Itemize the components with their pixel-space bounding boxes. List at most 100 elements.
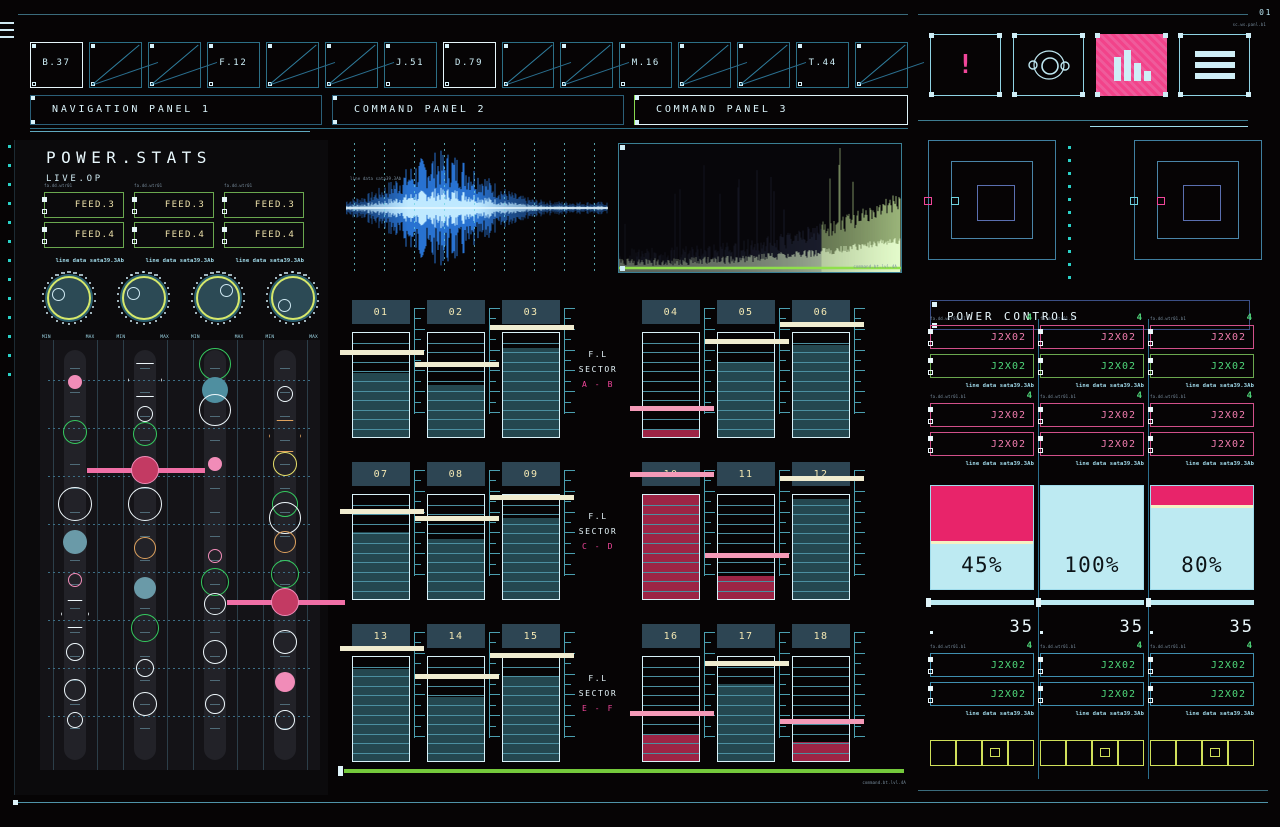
pc1-gauge-underline[interactable] xyxy=(1036,598,1144,607)
pc1-bottom-readout-1[interactable]: J2X02 xyxy=(1038,682,1144,706)
slider-node-12[interactable] xyxy=(131,456,159,484)
fader-body[interactable] xyxy=(792,656,850,762)
status-chip-2[interactable] xyxy=(147,42,201,88)
status-chip-11[interactable] xyxy=(678,42,732,88)
fader-handle[interactable] xyxy=(415,362,499,367)
pc2-gauge-underline[interactable] xyxy=(1146,598,1254,607)
status-chip-5[interactable] xyxy=(324,42,378,88)
fader-handle[interactable] xyxy=(780,322,864,327)
status-chip-12[interactable] xyxy=(737,42,791,88)
pc1-gauge[interactable]: 100% xyxy=(1040,485,1144,590)
bar-chart-button[interactable] xyxy=(1095,33,1168,97)
pc0-bottom-readout-1[interactable]: J2X02 xyxy=(928,682,1034,706)
slider-node-0[interactable] xyxy=(68,375,82,389)
slider-node-18[interactable] xyxy=(133,692,157,716)
pc0-bottom-readout-0[interactable]: J2X02 xyxy=(928,653,1034,677)
slider-node-15[interactable] xyxy=(134,577,156,599)
fader-handle[interactable] xyxy=(415,674,499,679)
tab-panel-2[interactable]: COMMAND PANEL 2 xyxy=(332,95,624,125)
slider-node-19[interactable] xyxy=(199,348,231,380)
slider-node-8[interactable] xyxy=(67,712,83,728)
slider-node-10[interactable] xyxy=(137,406,153,422)
pc0-segment-3[interactable] xyxy=(982,740,1008,766)
fader-handle[interactable] xyxy=(630,472,714,477)
status-chip-4[interactable] xyxy=(265,42,319,88)
pc1-bottom-readout-0[interactable]: J2X02 xyxy=(1038,653,1144,677)
fader-08[interactable]: 08 xyxy=(415,462,500,600)
pc2-segment-1[interactable] xyxy=(1150,740,1176,766)
pc1-segment-4[interactable] xyxy=(1118,740,1144,766)
slider-node-16[interactable] xyxy=(131,614,159,642)
slider-node-28[interactable] xyxy=(277,386,293,402)
pc1-segment-3[interactable] xyxy=(1092,740,1118,766)
fader-04[interactable]: 04 xyxy=(630,300,715,438)
slider-node-34[interactable] xyxy=(271,560,299,588)
power-knob-2[interactable]: MIN MAX xyxy=(189,271,246,340)
fader-handle[interactable] xyxy=(490,325,574,330)
pc2-bottom-readout-1[interactable]: J2X02 xyxy=(1148,682,1254,706)
status-chip-9[interactable] xyxy=(560,42,614,88)
feed-readout-1[interactable]: FEED.4 xyxy=(132,222,214,248)
power-knob-1[interactable]: MIN MAX xyxy=(115,271,172,340)
slider-node-14[interactable] xyxy=(134,537,156,559)
pc1-mid-readout-0[interactable]: J2X02 xyxy=(1038,403,1144,427)
radar-marker-inner[interactable] xyxy=(1157,197,1165,205)
pc0-top-readout-0[interactable]: J2X02 xyxy=(928,325,1034,349)
pc0-segment-2[interactable] xyxy=(956,740,982,766)
fader-16[interactable]: 16 xyxy=(630,624,715,762)
pc2-segment-3[interactable] xyxy=(1202,740,1228,766)
slider-node-23[interactable] xyxy=(208,549,222,563)
fader-handle[interactable] xyxy=(340,646,424,651)
feed-readout-1[interactable]: FEED.4 xyxy=(42,222,124,248)
pc1-mid-readout-1[interactable]: J2X02 xyxy=(1038,432,1144,456)
slider-node-3[interactable] xyxy=(63,530,87,554)
status-chip-3[interactable]: F.12 xyxy=(206,42,260,88)
slider-node-11[interactable] xyxy=(133,422,157,446)
fader-01[interactable]: 01 xyxy=(340,300,425,438)
slider-node-21[interactable] xyxy=(199,394,231,426)
fader-body[interactable] xyxy=(717,656,775,762)
fader-handle[interactable] xyxy=(490,653,574,658)
status-chip-1[interactable] xyxy=(88,42,142,88)
fader-body[interactable] xyxy=(642,494,700,600)
pc0-mid-readout-0[interactable]: J2X02 xyxy=(928,403,1034,427)
radar-marker-outer[interactable] xyxy=(1130,197,1138,205)
slider-node-30[interactable] xyxy=(273,452,297,476)
fader-body[interactable] xyxy=(427,332,485,438)
pc0-top-readout-1[interactable]: J2X02 xyxy=(928,354,1034,378)
fader-body[interactable] xyxy=(352,656,410,762)
pc2-segment-2[interactable] xyxy=(1176,740,1202,766)
status-chip-14[interactable] xyxy=(855,42,909,88)
slider-track-3[interactable] xyxy=(274,350,296,760)
fader-06[interactable]: 06 xyxy=(780,300,865,438)
pc0-gauge[interactable]: 45% xyxy=(930,485,1034,590)
status-chip-13[interactable]: T.44 xyxy=(796,42,850,88)
fader-handle[interactable] xyxy=(340,509,424,514)
slider-node-7[interactable] xyxy=(64,679,86,701)
fader-handle[interactable] xyxy=(490,495,574,500)
fader-handle[interactable] xyxy=(780,476,864,481)
status-chip-0[interactable]: B.37 xyxy=(30,42,83,88)
slider-node-27[interactable] xyxy=(205,694,225,714)
fader-body[interactable] xyxy=(792,494,850,600)
status-chip-7[interactable]: D.79 xyxy=(442,42,496,88)
fader-05[interactable]: 05 xyxy=(705,300,790,438)
fader-10[interactable]: 10 xyxy=(630,462,715,600)
status-chip-10[interactable]: M.16 xyxy=(619,42,673,88)
slider-node-36[interactable] xyxy=(273,630,297,654)
pc0-gauge-underline[interactable] xyxy=(926,598,1034,607)
slider-node-13[interactable] xyxy=(128,487,162,521)
pc0-mid-readout-1[interactable]: J2X02 xyxy=(928,432,1034,456)
fader-handle[interactable] xyxy=(340,350,424,355)
pc1-top-readout-1[interactable]: J2X02 xyxy=(1038,354,1144,378)
status-chip-8[interactable] xyxy=(501,42,555,88)
alert-button[interactable]: ! xyxy=(929,33,1002,97)
fader-handle[interactable] xyxy=(705,661,789,666)
fader-handle[interactable] xyxy=(630,406,714,411)
pc0-segment-1[interactable] xyxy=(930,740,956,766)
feed-readout-0[interactable]: FEED.3 xyxy=(222,192,304,218)
radar-display-0[interactable] xyxy=(924,140,1056,260)
tab-panel-3[interactable]: COMMAND PANEL 3 xyxy=(634,95,908,125)
fader-body[interactable] xyxy=(717,332,775,438)
slider-node-33[interactable] xyxy=(274,531,296,553)
